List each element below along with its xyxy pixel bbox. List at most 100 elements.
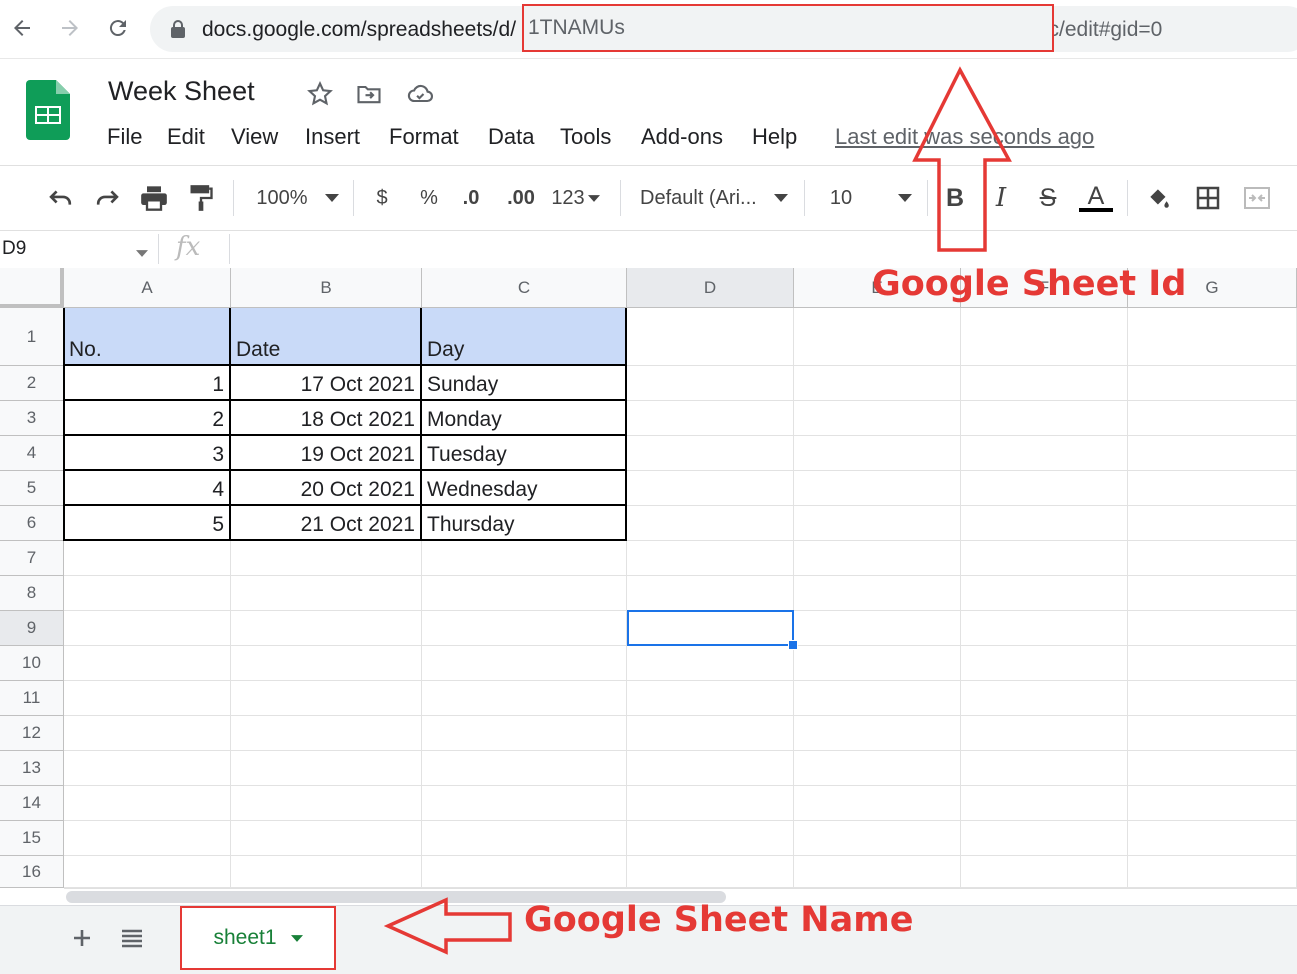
more-formats-button[interactable]: 123 bbox=[550, 180, 586, 216]
cell-f3[interactable] bbox=[961, 401, 1128, 436]
select-all-corner[interactable] bbox=[0, 268, 64, 308]
cell-a11[interactable] bbox=[64, 681, 231, 716]
cell-a1[interactable]: No. bbox=[64, 308, 231, 366]
cell-c11[interactable] bbox=[422, 681, 627, 716]
column-header-d[interactable]: D bbox=[627, 268, 794, 308]
merge-cells-button[interactable] bbox=[1240, 180, 1274, 216]
cell-c1[interactable]: Day bbox=[422, 308, 627, 366]
reload-button[interactable] bbox=[104, 14, 132, 42]
chevron-down-icon[interactable] bbox=[290, 934, 303, 942]
cell-d5[interactable] bbox=[627, 471, 794, 506]
zoom-select[interactable]: 100% bbox=[252, 180, 312, 216]
cell-c16[interactable] bbox=[422, 856, 627, 888]
cell-b8[interactable] bbox=[231, 576, 422, 611]
paint-format-button[interactable] bbox=[184, 180, 218, 216]
selected-cell-d9[interactable] bbox=[627, 610, 794, 646]
forward-button[interactable] bbox=[56, 14, 84, 42]
row-header-5[interactable]: 5 bbox=[0, 471, 64, 506]
cell-f14[interactable] bbox=[961, 786, 1128, 821]
column-header-a[interactable]: A bbox=[64, 268, 231, 308]
row-header-12[interactable]: 12 bbox=[0, 716, 64, 751]
cell-d14[interactable] bbox=[627, 786, 794, 821]
cell-d8[interactable] bbox=[627, 576, 794, 611]
cell-d4[interactable] bbox=[627, 436, 794, 471]
cell-f8[interactable] bbox=[961, 576, 1128, 611]
cell-e12[interactable] bbox=[794, 716, 961, 751]
strikethrough-button[interactable]: S bbox=[1033, 180, 1063, 216]
cell-e4[interactable] bbox=[794, 436, 961, 471]
cell-f10[interactable] bbox=[961, 646, 1128, 681]
cell-f11[interactable] bbox=[961, 681, 1128, 716]
row-header-2[interactable]: 2 bbox=[0, 366, 64, 401]
cell-b14[interactable] bbox=[231, 786, 422, 821]
row-header-16[interactable]: 16 bbox=[0, 856, 64, 888]
row-header-9[interactable]: 9 bbox=[0, 611, 64, 646]
row-header-10[interactable]: 10 bbox=[0, 646, 64, 681]
cell-f12[interactable] bbox=[961, 716, 1128, 751]
formula-input[interactable] bbox=[236, 230, 1296, 268]
row-header-15[interactable]: 15 bbox=[0, 821, 64, 856]
cell-e13[interactable] bbox=[794, 751, 961, 786]
cell-e1[interactable] bbox=[794, 308, 961, 366]
cell-e10[interactable] bbox=[794, 646, 961, 681]
cell-c15[interactable] bbox=[422, 821, 627, 856]
sheets-logo[interactable] bbox=[26, 80, 70, 145]
cell-g1[interactable] bbox=[1128, 308, 1297, 366]
cell-c14[interactable] bbox=[422, 786, 627, 821]
cell-g8[interactable] bbox=[1128, 576, 1297, 611]
all-sheets-button[interactable] bbox=[118, 924, 146, 952]
cell-g13[interactable] bbox=[1128, 751, 1297, 786]
cell-a15[interactable] bbox=[64, 821, 231, 856]
cell-a12[interactable] bbox=[64, 716, 231, 751]
row-header-3[interactable]: 3 bbox=[0, 401, 64, 436]
cell-f7[interactable] bbox=[961, 541, 1128, 576]
cell-d15[interactable] bbox=[627, 821, 794, 856]
cell-g2[interactable] bbox=[1128, 366, 1297, 401]
cell-b4[interactable]: 19 Oct 2021 bbox=[231, 436, 422, 471]
font-size-select[interactable]: 10 bbox=[826, 180, 856, 216]
cell-g9[interactable] bbox=[1128, 611, 1297, 646]
menu-format[interactable]: Format bbox=[389, 124, 459, 150]
cell-c12[interactable] bbox=[422, 716, 627, 751]
increase-decimal-button[interactable]: .00 bbox=[502, 180, 540, 216]
zoom-dropdown-button[interactable] bbox=[322, 180, 342, 216]
cell-b11[interactable] bbox=[231, 681, 422, 716]
cell-c6[interactable]: Thursday bbox=[422, 506, 627, 541]
cell-d16[interactable] bbox=[627, 856, 794, 888]
cell-e15[interactable] bbox=[794, 821, 961, 856]
cell-d12[interactable] bbox=[627, 716, 794, 751]
row-header-8[interactable]: 8 bbox=[0, 576, 64, 611]
column-header-b[interactable]: B bbox=[231, 268, 422, 308]
fill-color-button[interactable] bbox=[1142, 180, 1176, 216]
undo-button[interactable] bbox=[44, 180, 78, 216]
cell-g6[interactable] bbox=[1128, 506, 1297, 541]
cell-e11[interactable] bbox=[794, 681, 961, 716]
cell-g10[interactable] bbox=[1128, 646, 1297, 681]
cell-f2[interactable] bbox=[961, 366, 1128, 401]
document-title[interactable]: Week Sheet bbox=[108, 76, 255, 107]
currency-format-button[interactable]: $ bbox=[370, 180, 394, 216]
cell-a2[interactable]: 1 bbox=[64, 366, 231, 401]
text-color-button[interactable]: A bbox=[1078, 180, 1114, 216]
font-family-select[interactable]: Default (Ari... bbox=[640, 180, 762, 216]
cell-f6[interactable] bbox=[961, 506, 1128, 541]
row-header-6[interactable]: 6 bbox=[0, 506, 64, 541]
cell-g16[interactable] bbox=[1128, 856, 1297, 888]
cell-c2[interactable]: Sunday bbox=[422, 366, 627, 401]
cell-c10[interactable] bbox=[422, 646, 627, 681]
cell-c9[interactable] bbox=[422, 611, 627, 646]
cell-f5[interactable] bbox=[961, 471, 1128, 506]
cell-a14[interactable] bbox=[64, 786, 231, 821]
cell-b15[interactable] bbox=[231, 821, 422, 856]
cell-b2[interactable]: 17 Oct 2021 bbox=[231, 366, 422, 401]
cell-c4[interactable]: Tuesday bbox=[422, 436, 627, 471]
cell-b16[interactable] bbox=[231, 856, 422, 888]
back-button[interactable] bbox=[8, 14, 36, 42]
cell-b5[interactable]: 20 Oct 2021 bbox=[231, 471, 422, 506]
cell-d11[interactable] bbox=[627, 681, 794, 716]
cell-c5[interactable]: Wednesday bbox=[422, 471, 627, 506]
menu-edit[interactable]: Edit bbox=[167, 124, 205, 150]
name-box[interactable]: D9 bbox=[2, 238, 26, 260]
cell-g7[interactable] bbox=[1128, 541, 1297, 576]
decrease-decimal-button[interactable]: .0 bbox=[456, 180, 486, 216]
